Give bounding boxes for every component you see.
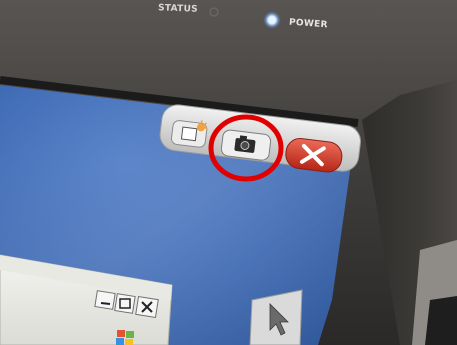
toolbar-button-sunburst[interactable] (170, 117, 208, 148)
hinge-shadow (425, 296, 457, 345)
photo-of-laptop-screen: STATUS POWER (0, 0, 457, 345)
window-close-button[interactable] (135, 295, 159, 319)
power-led-core (268, 16, 276, 24)
window-maximize-button[interactable] (114, 293, 136, 314)
status-label: STATUS (157, 3, 199, 15)
minimize-icon (100, 302, 111, 305)
scene-svg (0, 0, 457, 345)
window-minimize-button[interactable] (94, 290, 116, 310)
camera-button[interactable] (220, 129, 272, 161)
